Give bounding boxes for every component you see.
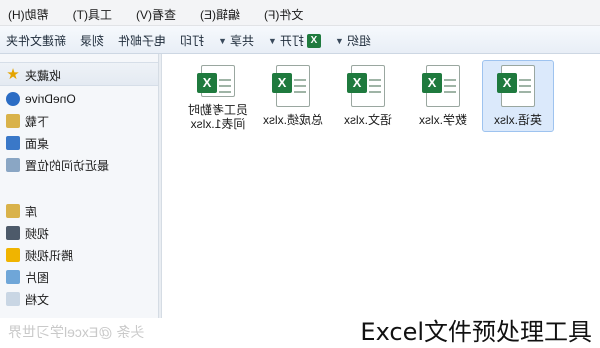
file-item[interactable]: X 总成绩.xlsx bbox=[257, 60, 329, 132]
menu-file[interactable]: 文件(F) bbox=[262, 4, 305, 25]
open-label: 打开 bbox=[279, 34, 304, 48]
file-list-pane: X 员工考勤时 间表1.xlsx X 总成绩.xlsx X 语文.xlsx X … bbox=[162, 54, 600, 318]
caption-title: Excel文件预处理工具 bbox=[360, 318, 592, 346]
file-name: 语文.xlsx bbox=[344, 113, 393, 127]
excel-file-icon: X bbox=[347, 65, 385, 107]
nav-item-onedrive[interactable]: OneDrive bbox=[6, 90, 76, 108]
recent-places-icon bbox=[6, 158, 20, 172]
picture-library-icon bbox=[6, 270, 20, 284]
file-item[interactable]: X 数学.xlsx bbox=[407, 60, 479, 132]
desktop-icon bbox=[6, 136, 20, 150]
nav-label: 腾讯视频 bbox=[25, 248, 74, 263]
share-button[interactable]: 共享 ▼ bbox=[218, 32, 254, 49]
star-icon: ★ bbox=[6, 66, 20, 83]
excel-file-icon: X bbox=[272, 65, 310, 107]
download-folder-icon bbox=[6, 114, 20, 128]
file-item[interactable]: X 语文.xlsx bbox=[332, 60, 404, 132]
nav-label: 库 bbox=[25, 204, 38, 219]
nav-item-desktop[interactable]: 桌面 bbox=[6, 134, 49, 152]
burn-button[interactable]: 刻录 bbox=[80, 32, 104, 49]
burn-label: 刻录 bbox=[80, 34, 105, 48]
nav-label: 桌面 bbox=[25, 136, 50, 151]
new-folder-label: 新建文件夹 bbox=[6, 34, 67, 48]
nav-item-pictures[interactable]: 图片 bbox=[6, 268, 49, 286]
cloud-icon bbox=[6, 92, 20, 106]
library-icon bbox=[6, 204, 20, 218]
nav-item-favorites[interactable]: ★ 收藏夹 bbox=[6, 66, 61, 84]
document-library-icon bbox=[6, 292, 20, 306]
nav-label: 视频 bbox=[25, 226, 50, 241]
file-item-selected[interactable]: X 英语.xlsx bbox=[482, 60, 554, 132]
file-name: 数学.xlsx bbox=[419, 113, 468, 127]
pane-splitter[interactable] bbox=[158, 54, 162, 318]
organize-label: 组织 bbox=[346, 34, 371, 48]
print-label: 打印 bbox=[180, 34, 205, 48]
watermark-text: 头条 @Excel学习世界 bbox=[8, 324, 145, 340]
excel-file-icon: X bbox=[197, 65, 235, 97]
command-toolbar: 组织 ▼ X 打开 ▼ 共享 ▼ 打印 电子邮件 刻录 新建文件夹 bbox=[0, 26, 600, 54]
menu-help[interactable]: 帮助(H) bbox=[6, 4, 51, 25]
organize-button[interactable]: 组织 ▼ bbox=[335, 32, 371, 49]
nav-item-libraries[interactable]: 库 bbox=[6, 202, 37, 220]
open-button[interactable]: X 打开 ▼ bbox=[268, 32, 321, 49]
menu-edit[interactable]: 编辑(E) bbox=[198, 4, 242, 25]
excel-file-icon: X bbox=[422, 65, 460, 107]
file-item[interactable]: X 员工考勤时 间表1.xlsx bbox=[182, 60, 254, 132]
nav-label: OneDrive bbox=[25, 92, 76, 106]
video-library-icon bbox=[6, 226, 20, 240]
file-name: 员工考勤时 间表1.xlsx bbox=[188, 103, 249, 131]
chevron-down-icon: ▼ bbox=[218, 35, 227, 46]
file-name: 英语.xlsx bbox=[494, 113, 543, 127]
nav-label: 图片 bbox=[25, 270, 50, 285]
nav-item-recent[interactable]: 最近访问的位置 bbox=[6, 156, 109, 174]
print-button[interactable]: 打印 bbox=[180, 32, 204, 49]
share-label: 共享 bbox=[229, 34, 254, 48]
nav-item-thunder-videos[interactable]: 腾讯视频 bbox=[6, 246, 73, 264]
menu-tools[interactable]: 工具(T) bbox=[71, 4, 114, 25]
file-name: 总成绩.xlsx bbox=[263, 113, 324, 127]
chevron-down-icon: ▼ bbox=[268, 35, 277, 46]
excel-icon: X bbox=[306, 33, 321, 48]
new-folder-button[interactable]: 新建文件夹 bbox=[6, 32, 66, 49]
nav-label: 收藏夹 bbox=[25, 68, 62, 83]
nav-label: 文档 bbox=[25, 292, 50, 307]
nav-label: 下载 bbox=[25, 114, 50, 129]
excel-file-icon: X bbox=[497, 65, 535, 107]
navigation-pane: ★ 收藏夹 OneDrive 下载 桌面 最近访问的位置 库 视频 腾讯视频 图… bbox=[0, 54, 158, 318]
menu-view[interactable]: 查看(V) bbox=[134, 4, 178, 25]
nav-item-videos[interactable]: 视频 bbox=[6, 224, 49, 242]
email-button[interactable]: 电子邮件 bbox=[118, 32, 166, 49]
nav-item-downloads[interactable]: 下载 bbox=[6, 112, 49, 130]
email-label: 电子邮件 bbox=[118, 34, 167, 48]
explorer-window: 文件(F) 编辑(E) 查看(V) 工具(T) 帮助(H) 组织 ▼ X 打开 … bbox=[0, 0, 600, 318]
nav-item-documents[interactable]: 文档 bbox=[6, 290, 49, 308]
nav-label: 最近访问的位置 bbox=[25, 158, 110, 173]
caption-bar: 头条 @Excel学习世界 Excel文件预处理工具 bbox=[0, 318, 600, 348]
chevron-down-icon: ▼ bbox=[334, 35, 344, 46]
video-app-icon bbox=[6, 248, 20, 262]
menu-bar: 文件(F) 编辑(E) 查看(V) 工具(T) 帮助(H) bbox=[0, 0, 600, 26]
